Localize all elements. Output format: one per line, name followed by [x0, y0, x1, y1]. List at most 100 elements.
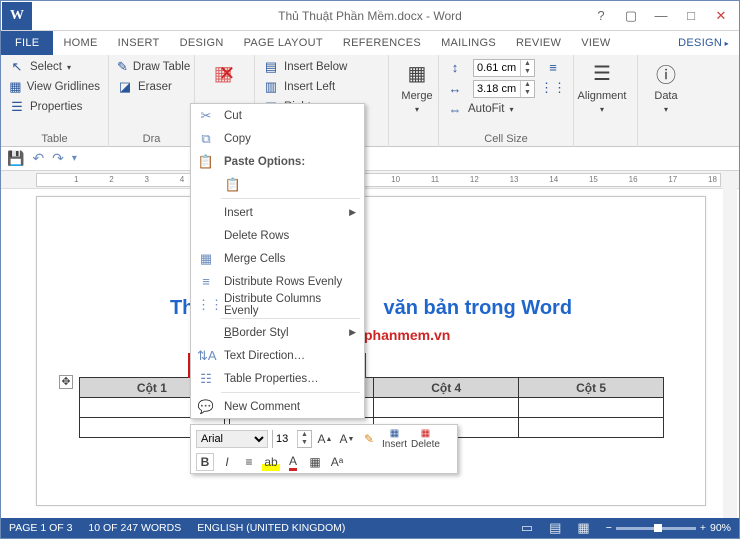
title-bar: W Thủ Thuật Phần Mềm.docx - Word ? ▢ — □…: [1, 1, 739, 31]
tab-home[interactable]: HOME: [53, 31, 107, 55]
table-row: [80, 398, 664, 418]
tab-file[interactable]: FILE: [1, 31, 53, 55]
context-menu: ✂Cut ⧉Copy 📋Paste Options: 📋 Insert▶ Del…: [190, 103, 365, 419]
properties-button[interactable]: ☰Properties: [9, 99, 100, 115]
merge-cells-icon: ▦: [197, 251, 215, 267]
tab-design[interactable]: DESIGN: [170, 31, 234, 55]
width-icon: ↔: [447, 80, 463, 96]
save-icon[interactable]: 💾: [7, 150, 24, 167]
zoom-in-icon[interactable]: +: [700, 522, 706, 534]
cut-icon: ✂: [197, 108, 215, 124]
menu-distribute-rows[interactable]: ≡Distribute Rows Evenly: [191, 270, 364, 293]
align-button[interactable]: ≡: [240, 453, 258, 471]
table-row: Cột 1 Cột 3 Cột 4 Cột 5: [80, 378, 664, 398]
comment-icon: 💬: [197, 399, 215, 415]
vertical-scrollbar[interactable]: [723, 171, 737, 518]
view-gridlines-button[interactable]: ▦View Gridlines: [9, 79, 100, 95]
ribbon: ↖Select▾ ▦View Gridlines ☰Properties Tab…: [1, 55, 739, 147]
language-indicator[interactable]: ENGLISH (UNITED KINGDOM): [197, 522, 345, 534]
decrease-font-icon[interactable]: A▼: [338, 430, 356, 448]
mini-delete-button[interactable]: ▦Delete: [411, 428, 440, 450]
font-color-button[interactable]: A: [284, 453, 302, 471]
quick-access-toolbar: 💾 ↶ ↷ ▾: [1, 147, 739, 171]
delete-dropdown[interactable]: ▦✕: [205, 59, 245, 87]
copy-icon: ⧉: [197, 131, 215, 147]
dist-rows-icon: ≡: [197, 274, 215, 289]
mini-insert-button[interactable]: ▦Insert: [382, 428, 407, 450]
menu-distribute-cols[interactable]: ⋮⋮Distribute Columns Evenly: [191, 293, 364, 316]
redo-icon[interactable]: ↷: [52, 150, 64, 167]
ribbon-tabs: FILE HOME INSERT DESIGN PAGE LAYOUT REFE…: [1, 31, 739, 55]
select-button[interactable]: ↖Select▾: [9, 59, 100, 75]
row-below-icon: ▤: [263, 59, 279, 75]
undo-icon[interactable]: ↶: [32, 150, 44, 167]
web-layout-icon[interactable]: ▦: [577, 520, 589, 536]
menu-copy[interactable]: ⧉Copy: [191, 127, 364, 150]
close-button[interactable]: ✕: [707, 5, 735, 27]
increase-font-icon[interactable]: A▲: [316, 430, 334, 448]
tab-review[interactable]: REVIEW: [506, 31, 571, 55]
insert-left-button[interactable]: ▥Insert Left: [263, 79, 380, 95]
bold-button[interactable]: B: [196, 453, 214, 471]
merge-dropdown[interactable]: ▦Merge▾: [397, 59, 437, 114]
page-indicator[interactable]: PAGE 1 OF 3: [9, 522, 72, 534]
maximize-button[interactable]: □: [677, 5, 705, 27]
properties-icon: ☷: [197, 371, 215, 387]
menu-cut[interactable]: ✂Cut: [191, 104, 364, 127]
styles-button[interactable]: Aᵃ: [328, 453, 346, 471]
tab-tools-design[interactable]: DESIGN ▸: [668, 31, 739, 55]
word-count[interactable]: 10 OF 247 WORDS: [88, 522, 181, 534]
zoom-control[interactable]: − + 90%: [606, 522, 731, 534]
menu-insert[interactable]: Insert▶: [191, 201, 364, 224]
menu-merge-cells[interactable]: ▦Merge Cells: [191, 247, 364, 270]
minimize-button[interactable]: —: [647, 5, 675, 27]
document-heading: Tha xxxxxxxxxxxxxxx văn bản trong Word: [37, 297, 705, 320]
menu-paste-default[interactable]: 📋: [191, 173, 364, 196]
menu-delete-rows[interactable]: Delete Rows: [191, 224, 364, 247]
zoom-out-icon[interactable]: −: [606, 522, 612, 534]
italic-button[interactable]: I: [218, 453, 236, 471]
group-data: ⓘData▾: [638, 55, 686, 147]
eraser-button[interactable]: ◪Eraser: [117, 79, 186, 95]
menu-border-styles[interactable]: BBorder Styl▶: [191, 321, 364, 344]
font-size-input[interactable]: ▲▼: [272, 430, 312, 448]
status-bar: PAGE 1 OF 3 10 OF 247 WORDS ENGLISH (UNI…: [1, 518, 739, 538]
menu-text-direction[interactable]: ⇅AText Direction…: [191, 344, 364, 367]
help-icon[interactable]: ?: [587, 5, 615, 27]
format-painter-icon[interactable]: ✎: [360, 430, 378, 448]
insert-below-button[interactable]: ▤Insert Below: [263, 59, 380, 75]
table-header-cell: Cột 5: [519, 378, 664, 398]
properties-icon: ☰: [9, 99, 25, 115]
font-family-select[interactable]: Arial: [196, 430, 268, 448]
qat-customize-icon[interactable]: ▾: [72, 153, 77, 164]
alignment-dropdown[interactable]: ☰Alignment▾: [582, 59, 622, 114]
menu-new-comment[interactable]: 💬New Comment: [191, 395, 364, 418]
zoom-slider[interactable]: [616, 527, 696, 530]
ribbon-toggle-icon[interactable]: ▢: [617, 5, 645, 27]
highlight-button[interactable]: ab: [262, 453, 280, 471]
distribute-rows-icon[interactable]: ≡: [545, 59, 561, 75]
autofit-button[interactable]: ⇔AutoFit▾: [447, 101, 565, 117]
delete-icon: ▦: [421, 428, 430, 439]
distribute-cols-icon[interactable]: ⋮⋮: [545, 80, 561, 96]
tab-view[interactable]: VIEW: [571, 31, 620, 55]
menu-paste-options: 📋Paste Options:: [191, 150, 364, 173]
tab-references[interactable]: REFERENCES: [333, 31, 431, 55]
tab-mailings[interactable]: MAILINGS: [431, 31, 506, 55]
horizontal-ruler[interactable]: 123456789101112131415161718: [1, 171, 739, 189]
table-move-handle[interactable]: ✥: [59, 375, 73, 389]
group-draw: ✎Draw Table ◪Eraser Dra: [109, 55, 195, 147]
borders-button[interactable]: ▦: [306, 453, 324, 471]
row-height-input[interactable]: ▲▼: [473, 59, 535, 77]
grid-icon: ▦: [9, 79, 22, 95]
data-dropdown[interactable]: ⓘData▾: [646, 59, 686, 114]
col-width-input[interactable]: ▲▼: [473, 80, 535, 98]
tab-page-layout[interactable]: PAGE LAYOUT: [234, 31, 333, 55]
table-header-cell: Cột 4: [374, 378, 519, 398]
read-mode-icon[interactable]: ▭: [521, 520, 533, 536]
zoom-level[interactable]: 90%: [710, 522, 731, 534]
print-layout-icon[interactable]: ▤: [549, 520, 561, 536]
tab-insert[interactable]: INSERT: [108, 31, 170, 55]
draw-table-button[interactable]: ✎Draw Table: [117, 59, 186, 75]
menu-table-properties[interactable]: ☷Table Properties…: [191, 367, 364, 390]
